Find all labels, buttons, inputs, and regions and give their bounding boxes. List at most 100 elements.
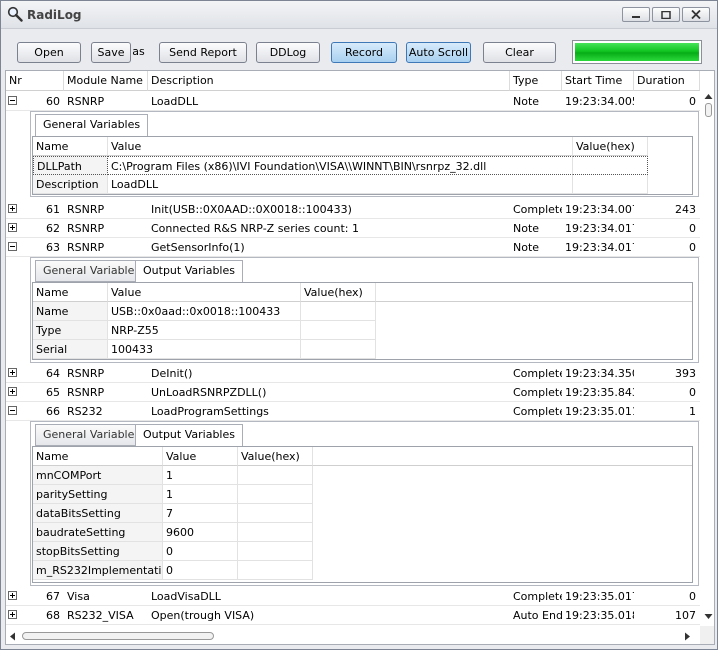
log-row[interactable]: 66 RS232 LoadProgramSettings Complete 19… — [6, 402, 700, 421]
vt-cell-name[interactable]: m_RS232Implementation — [33, 561, 163, 580]
log-row[interactable]: 64 RSNRP DeInit() Complete 19:23:34.350 … — [6, 364, 700, 383]
vt-cell-value[interactable]: 7 — [163, 504, 238, 523]
collapse-icon[interactable] — [8, 96, 17, 105]
column-header-start-time[interactable]: Start Time — [562, 71, 634, 91]
save-as-button[interactable]: as — [130, 42, 147, 63]
column-header-duration[interactable]: Duration — [634, 71, 700, 91]
vt-cell-name[interactable]: Description — [33, 175, 108, 194]
vt-header-value[interactable]: Value — [108, 283, 301, 302]
radilog-window: RadiLog Open Save as Send Report DDLog R… — [0, 0, 718, 650]
row-nr: 67 — [46, 590, 60, 603]
save-button[interactable]: Save — [91, 42, 131, 63]
expand-icon[interactable] — [8, 387, 17, 396]
tab-general-variables[interactable]: General Variables — [35, 424, 149, 446]
vt-cell-name[interactable]: Type — [33, 321, 108, 340]
log-row[interactable]: 61 RSNRP Init(USB::0X0AAD::0X0018::10043… — [6, 200, 700, 219]
log-row[interactable]: 67 Visa LoadVisaDLL Complete 19:23:35.01… — [6, 587, 700, 606]
column-header-module-name[interactable]: Module Name — [64, 71, 148, 91]
horizontal-scroll-thumb[interactable] — [22, 632, 214, 640]
minimize-icon — [632, 15, 640, 18]
vt-header-value[interactable]: Value — [163, 447, 238, 466]
vt-header-name[interactable]: Name — [33, 283, 108, 302]
expand-icon[interactable] — [8, 223, 17, 232]
column-header-nr[interactable]: Nr — [6, 71, 64, 91]
vt-cell-hex[interactable] — [238, 542, 313, 561]
vt-cell-value[interactable]: 0 — [163, 542, 238, 561]
scrollbar-corner — [700, 626, 714, 644]
vt-cell-value[interactable]: USB::0x0aad::0x0018::100433 — [108, 302, 301, 321]
scroll-right-icon[interactable] — [684, 632, 691, 641]
vt-header-value-hex[interactable]: Value(hex) — [573, 137, 648, 156]
vt-cell-name[interactable]: Name — [33, 302, 108, 321]
vt-cell-name[interactable]: paritySetting — [33, 485, 163, 504]
vt-cell-value[interactable]: 1 — [163, 485, 238, 504]
send-report-button[interactable]: Send Report — [159, 42, 247, 63]
vt-cell-hex[interactable] — [301, 340, 376, 359]
vt-cell-hex[interactable] — [238, 504, 313, 523]
ddlog-button[interactable]: DDLog — [256, 42, 320, 63]
horizontal-scrollbar[interactable] — [6, 628, 700, 644]
clear-button[interactable]: Clear — [483, 42, 556, 63]
vt-cell-hex[interactable] — [238, 485, 313, 504]
vt-cell-hex[interactable] — [301, 302, 376, 321]
vt-header-value-hex[interactable]: Value(hex) — [238, 447, 313, 466]
column-header-description[interactable]: Description — [148, 71, 510, 91]
row-duration: 393 — [675, 367, 696, 380]
expand-icon[interactable] — [8, 610, 17, 619]
column-header-type[interactable]: Type — [510, 71, 562, 91]
log-row[interactable]: 65 RSNRP UnLoadRSNRPZDLL() Complete 19:2… — [6, 383, 700, 402]
auto-scroll-button[interactable]: Auto Scroll — [406, 42, 471, 63]
vt-cell-value[interactable]: 9600 — [163, 523, 238, 542]
record-button[interactable]: Record — [331, 42, 397, 63]
row-nr: 65 — [46, 386, 60, 399]
vt-header-value[interactable]: Value — [108, 137, 573, 156]
title-bar[interactable]: RadiLog — [1, 1, 717, 29]
scroll-up-icon[interactable] — [704, 93, 713, 100]
minimize-button[interactable] — [622, 7, 650, 22]
vt-cell-value[interactable]: C:\Program Files (x86)\IVI Foundation\VI… — [108, 156, 573, 175]
collapse-icon[interactable] — [8, 406, 17, 415]
expand-icon[interactable] — [8, 204, 17, 213]
vertical-scrollbar[interactable] — [702, 91, 714, 624]
open-button[interactable]: Open — [17, 42, 81, 63]
log-row[interactable]: 62 RSNRP Connected R&S NRP-Z series coun… — [6, 219, 700, 238]
vt-cell-hex[interactable] — [238, 523, 313, 542]
vt-header-value-hex[interactable]: Value(hex) — [301, 283, 376, 302]
vertical-scroll-thumb[interactable] — [705, 103, 712, 117]
vt-cell-name[interactable]: dataBitsSetting — [33, 504, 163, 523]
row-description: UnLoadRSNRPZDLL() — [151, 386, 267, 399]
vt-cell-hex[interactable] — [238, 561, 313, 580]
tab-output-variables[interactable]: Output Variables — [135, 260, 243, 283]
log-row[interactable]: 68 RS232_VISA Open(trough VISA) Auto End… — [6, 606, 700, 625]
scroll-left-icon[interactable] — [9, 632, 16, 641]
vt-header-name[interactable]: Name — [33, 137, 108, 156]
tab-output-variables[interactable]: Output Variables — [135, 424, 243, 447]
log-row[interactable]: 63 RSNRP GetSensorInfo(1) Note 19:23:34.… — [6, 238, 700, 257]
vt-cell-hex[interactable] — [573, 156, 648, 175]
vt-cell-name[interactable]: mnCOMPort — [33, 466, 163, 485]
vt-cell-name[interactable]: Serial — [33, 340, 108, 359]
tab-general-variables[interactable]: General Variables — [35, 114, 149, 137]
log-row[interactable]: 60 RSNRP LoadDLL Note 19:23:34.005 0 — [6, 92, 700, 111]
tab-general-variables[interactable]: General Variables — [35, 260, 149, 282]
vt-cell-value[interactable]: LoadDLL — [108, 175, 573, 194]
vt-cell-name[interactable]: DLLPath — [33, 156, 108, 175]
vt-header-name[interactable]: Name — [33, 447, 163, 466]
expand-icon[interactable] — [8, 368, 17, 377]
vt-cell-hex[interactable] — [301, 321, 376, 340]
row-start-time: 19:23:35.018 — [565, 609, 634, 622]
vt-cell-name[interactable]: stopBitsSetting — [33, 542, 163, 561]
vt-cell-value[interactable]: 100433 — [108, 340, 301, 359]
expand-icon[interactable] — [8, 591, 17, 600]
vt-cell-hex[interactable] — [573, 175, 648, 194]
row-nr: 66 — [46, 405, 60, 418]
collapse-icon[interactable] — [8, 242, 17, 251]
vt-cell-name[interactable]: baudrateSetting — [33, 523, 163, 542]
vt-cell-hex[interactable] — [238, 466, 313, 485]
scroll-down-icon[interactable] — [704, 613, 713, 620]
vt-cell-value[interactable]: 0 — [163, 561, 238, 580]
maximize-button[interactable] — [652, 7, 680, 22]
close-button[interactable] — [682, 7, 710, 22]
vt-cell-value[interactable]: NRP-Z55 — [108, 321, 301, 340]
vt-cell-value[interactable]: 1 — [163, 466, 238, 485]
